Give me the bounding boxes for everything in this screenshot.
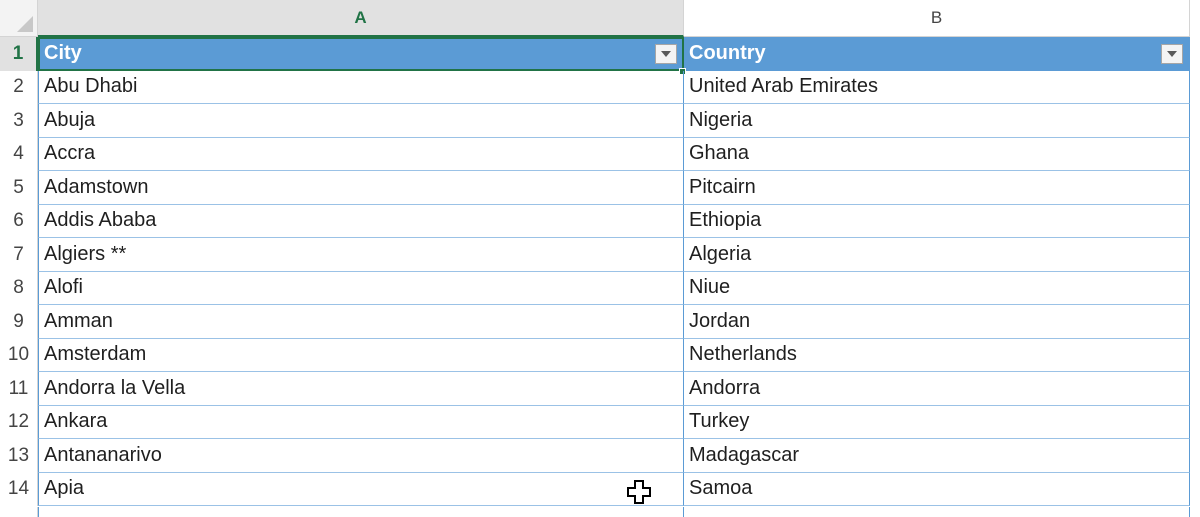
row-header-1[interactable]: 1 [0,37,38,71]
country-filter-dropdown-button[interactable] [1161,44,1183,64]
column-header-a[interactable]: A [38,0,684,37]
country-cell[interactable]: Pitcairn [684,171,1190,205]
city-cell[interactable]: Accra [38,137,684,171]
row-header[interactable]: 4 [0,137,38,171]
row-header[interactable]: 9 [0,305,38,339]
city-cell[interactable]: Amsterdam [38,338,684,372]
row-header[interactable]: 11 [0,372,38,406]
row-header[interactable]: 2 [0,70,38,104]
cell-partial-b [684,507,1190,517]
row-header[interactable]: 14 [0,472,38,506]
country-cell[interactable]: Algeria [684,238,1190,272]
cell-b1-country-header[interactable]: Country [684,37,1190,71]
chevron-down-icon [1167,51,1177,57]
column-header-b[interactable]: B [684,0,1190,37]
spreadsheet-grid: A B 1 City Country 2 Abu Dhabi United Arab… [0,0,1200,517]
chevron-down-icon [661,51,671,57]
row-header[interactable]: 12 [0,405,38,439]
row-header[interactable]: 6 [0,204,38,238]
country-cell[interactable]: Jordan [684,305,1190,339]
cell-partial-a [38,507,684,517]
row-header[interactable]: 3 [0,104,38,138]
city-cell[interactable]: Andorra la Vella [38,372,684,406]
row-header[interactable]: 10 [0,338,38,372]
cell-a1-city-header[interactable]: City [38,37,684,71]
row-header[interactable]: 13 [0,439,38,473]
city-cell[interactable]: Addis Ababa [38,204,684,238]
column-header-row: A B [0,0,1200,37]
select-all-button[interactable] [0,0,38,37]
city-filter-dropdown-button[interactable] [655,44,677,64]
country-cell[interactable]: Samoa [684,472,1190,506]
country-header-label: Country [689,41,766,64]
country-cell[interactable]: Netherlands [684,338,1190,372]
city-cell[interactable]: Amman [38,305,684,339]
city-cell[interactable]: Abuja [38,104,684,138]
city-cell[interactable]: Abu Dhabi [38,70,684,104]
row-header[interactable]: 7 [0,238,38,272]
city-cell[interactable]: Apia [38,472,684,506]
cell-select-cursor-icon [627,480,651,504]
city-cell[interactable]: Ankara [38,405,684,439]
city-header-label: City [44,41,82,64]
city-cell[interactable]: Adamstown [38,171,684,205]
country-cell[interactable]: Ghana [684,137,1190,171]
city-cell[interactable]: Algiers ** [38,238,684,272]
country-cell[interactable]: Ethiopia [684,204,1190,238]
city-cell[interactable]: Alofi [38,271,684,305]
city-cell[interactable]: Antananarivo [38,439,684,473]
country-cell[interactable]: Niue [684,271,1190,305]
country-cell[interactable]: Turkey [684,405,1190,439]
country-cell[interactable]: Madagascar [684,439,1190,473]
country-cell[interactable]: Nigeria [684,104,1190,138]
row-header[interactable]: 8 [0,271,38,305]
row-header[interactable]: 5 [0,171,38,205]
select-all-triangle-icon [17,16,33,32]
country-cell[interactable]: Andorra [684,372,1190,406]
row-header-partial [0,507,38,517]
country-cell[interactable]: United Arab Emirates [684,70,1190,104]
